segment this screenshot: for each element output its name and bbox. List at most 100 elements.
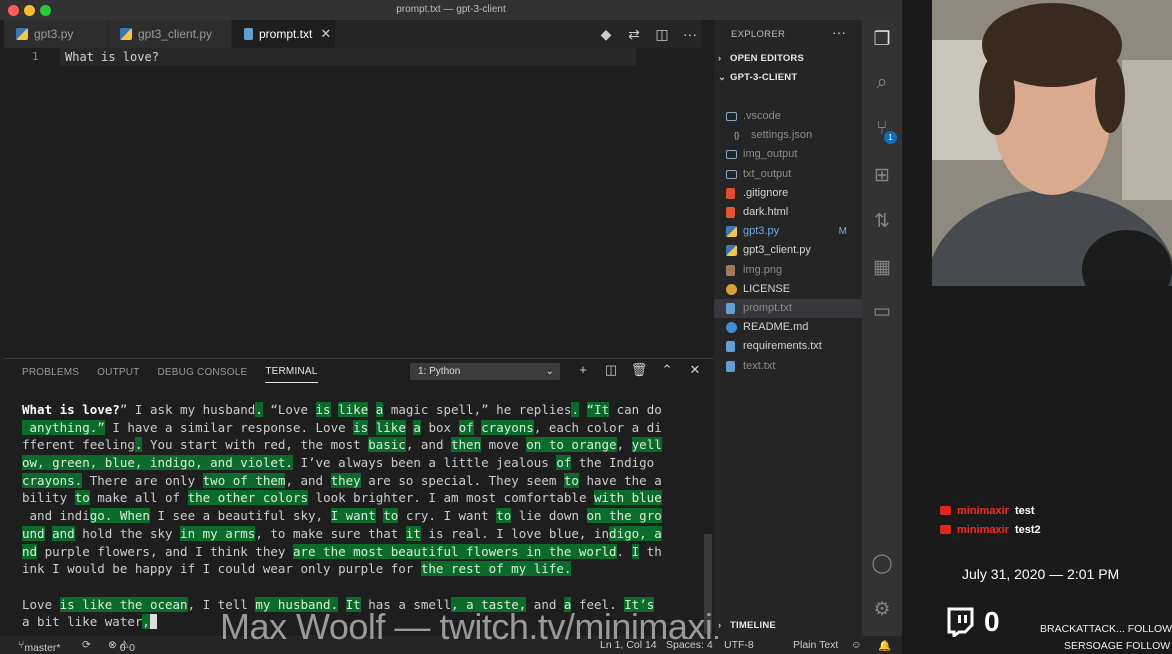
terminal-line: anything.” I have a similar response. Lo… xyxy=(22,419,692,437)
tab-terminal[interactable]: TERMINAL xyxy=(265,361,318,383)
folders-icon[interactable]: ▭ xyxy=(862,300,902,323)
youtube-icon xyxy=(940,525,951,534)
tab-prompt-txt[interactable]: prompt.txt ✕ xyxy=(232,20,336,48)
close-panel-icon[interactable]: ✕ xyxy=(681,362,709,378)
tab-gpt3-client-py[interactable]: gpt3_client.py xyxy=(108,20,232,48)
tab-gpt3-py[interactable]: gpt3.py xyxy=(4,20,108,48)
highlighted-token: is like the ocean xyxy=(59,596,188,612)
activity-bar: ❐ ⌕ ⑂ 1 ⊞ ⇅ ▦ ▭ ◯ ⚙ xyxy=(862,20,902,636)
explorer-icon[interactable]: ❐ xyxy=(862,28,902,51)
terminal-text: are so special. They seem xyxy=(360,472,564,488)
chevron-right-icon: › xyxy=(718,53,722,64)
file-tree-item[interactable]: img_output xyxy=(714,145,862,164)
info-icon xyxy=(726,322,737,334)
close-window-button[interactable] xyxy=(8,5,19,16)
docker-icon[interactable]: ▦ xyxy=(862,256,902,279)
pull-requests-icon[interactable]: ⇅ xyxy=(862,210,902,233)
file-tree-item[interactable]: {} settings.json xyxy=(714,126,862,145)
file-tree-item[interactable]: txt_output xyxy=(714,165,862,184)
open-changes-icon[interactable]: ⇄ xyxy=(620,26,648,43)
timeline-section[interactable]: › TIMELINE xyxy=(718,620,776,631)
file-tree-item[interactable]: README.md xyxy=(714,318,862,337)
file-tree-item[interactable]: gpt3_client.py xyxy=(714,241,862,260)
python-icon xyxy=(16,28,28,40)
file-name: README.md xyxy=(743,321,809,334)
highlighted-token: to xyxy=(383,508,399,524)
modified-badge: M xyxy=(838,226,847,238)
file-name: .vscode xyxy=(743,110,781,122)
highlighted-token: on the gro xyxy=(586,508,662,524)
split-terminal-icon[interactable]: ◫ xyxy=(597,362,625,378)
file-tree-item[interactable]: text.txt xyxy=(714,357,862,376)
file-tree-item[interactable]: img.png xyxy=(714,261,862,280)
branch-indicator[interactable]: ⑂ master* xyxy=(18,639,61,654)
panel-actions: + ◫ 🗑 ⌃ ✕ xyxy=(569,362,709,378)
youtube-icon xyxy=(940,506,951,515)
terminal-text: “Love xyxy=(262,402,316,417)
file-tree-item[interactable]: prompt.txt xyxy=(714,299,862,318)
file-tree-item[interactable]: .gitignore xyxy=(714,184,862,203)
chat-text: test2 xyxy=(1014,524,1041,536)
open-editors-section[interactable]: › OPEN EDITORS xyxy=(718,53,804,64)
editor[interactable]: 1 What is love? xyxy=(4,48,702,350)
file-tree-item[interactable]: gpt3.py M xyxy=(714,222,862,241)
highlighted-token: are the most beautiful flowers in the wo… xyxy=(292,543,617,559)
close-tab-icon[interactable]: ✕ xyxy=(320,26,331,42)
bottom-panel: PROBLEMS OUTPUT DEBUG CONSOLE TERMINAL 1… xyxy=(4,358,714,636)
terminal-text: can do xyxy=(609,402,662,417)
terminal-text: , to make sure that xyxy=(255,525,406,541)
file-name: requirements.txt xyxy=(743,340,822,353)
highlighted-token: to xyxy=(74,490,90,506)
language-mode[interactable]: Plain Text xyxy=(793,639,838,651)
git-compare-icon[interactable]: ◆ xyxy=(592,26,620,43)
split-editor-icon[interactable]: ◫ xyxy=(648,26,676,43)
problems-indicator[interactable]: ⊗ 0 ⚠ 0 xyxy=(108,639,135,654)
python-icon xyxy=(726,245,737,257)
new-terminal-icon[interactable]: + xyxy=(569,362,597,378)
file-name: prompt.txt xyxy=(743,302,792,314)
minimize-window-button[interactable] xyxy=(24,5,35,16)
highlighted-token: it xyxy=(405,525,421,541)
bell-icon[interactable]: 🔔 xyxy=(878,639,891,652)
terminal-line: ink I would be happy if I could wear onl… xyxy=(22,560,692,578)
ticker-action: FOLLOW xyxy=(1127,623,1172,635)
more-icon[interactable]: ··· xyxy=(832,24,846,40)
highlighted-token: digo, a xyxy=(609,525,662,541)
chevron-down-icon: ⌄ xyxy=(718,72,727,83)
highlighted-token: is xyxy=(353,419,369,435)
maximize-panel-icon[interactable]: ⌃ xyxy=(653,362,681,378)
settings-gear-icon[interactable]: ⚙ xyxy=(862,598,902,621)
project-section[interactable]: ⌄ GPT-3-CLIENT xyxy=(718,72,797,83)
terminal-output[interactable]: What is love?” I ask my husband. “Love i… xyxy=(22,401,692,631)
file-tree-item[interactable]: dark.html xyxy=(714,203,862,222)
highlighted-token: yell xyxy=(631,437,662,453)
tab-output[interactable]: OUTPUT xyxy=(97,362,139,383)
tab-debug-console[interactable]: DEBUG CONSOLE xyxy=(157,362,247,383)
trash-icon[interactable]: 🗑 xyxy=(625,362,653,378)
feedback-icon[interactable]: ☺ xyxy=(851,639,862,651)
terminal-line: nd purple flowers, and I think they are … xyxy=(22,543,692,561)
terminal-text: Love xyxy=(22,596,60,612)
more-actions-icon[interactable]: ··· xyxy=(676,26,704,42)
scm-badge: 1 xyxy=(884,131,897,144)
extensions-icon[interactable]: ⊞ xyxy=(862,164,902,187)
terminal-text: fferent feeling xyxy=(22,437,135,453)
terminal-text: You start with red, the most xyxy=(142,437,369,453)
sync-icon[interactable]: ⟳ xyxy=(82,639,91,651)
account-icon[interactable]: ◯ xyxy=(862,552,902,575)
terminal-select[interactable]: 1: Python ⌄ xyxy=(410,363,560,380)
file-tree-item[interactable]: LICENSE xyxy=(714,280,862,299)
maximize-window-button[interactable] xyxy=(40,5,51,16)
ticker-action: FOLLOW xyxy=(1125,640,1171,652)
file-tree-item[interactable]: requirements.txt xyxy=(714,337,862,356)
terminal-text: ” I ask my husband xyxy=(119,402,256,417)
follower-ticker-item: SERSOAGE FOLLOW xyxy=(1064,640,1170,652)
file-tree-item[interactable]: .vscode xyxy=(714,107,862,126)
text-file-icon xyxy=(726,303,735,314)
encoding[interactable]: UTF-8 xyxy=(724,639,754,651)
search-icon[interactable]: ⌕ xyxy=(862,72,902,94)
tab-problems[interactable]: PROBLEMS xyxy=(22,362,79,383)
editor-line-text[interactable]: What is love? xyxy=(65,50,159,64)
terminal-text: I see a beautiful sky, xyxy=(149,508,331,524)
chat-user: minimaxir xyxy=(957,524,1009,536)
